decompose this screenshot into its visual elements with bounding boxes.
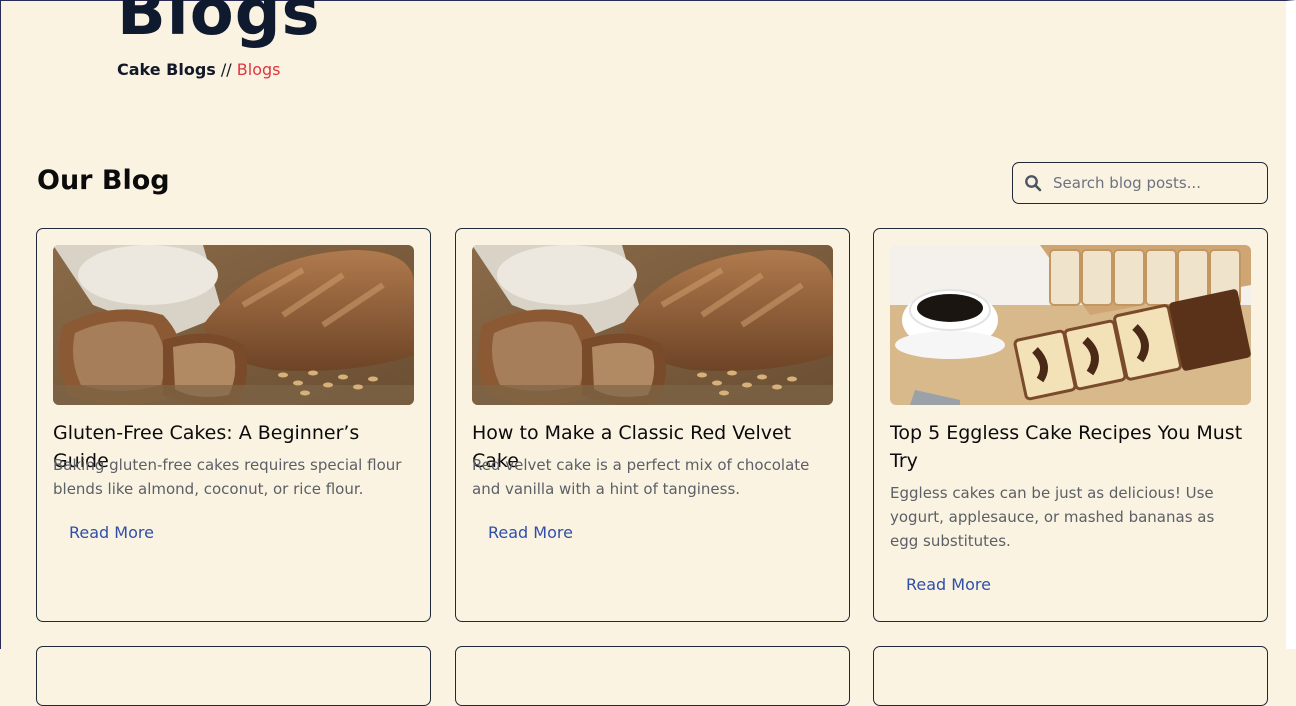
blog-card-title[interactable]: Top 5 Eggless Cake Recipes You Must Try	[890, 419, 1255, 475]
blog-card-description: Eggless cakes can be just as delicious! …	[890, 484, 1215, 550]
bread-loaves-photo	[472, 245, 833, 405]
blog-card-image[interactable]	[472, 245, 833, 405]
read-more-link[interactable]: Read More	[69, 523, 154, 542]
blog-card-image[interactable]	[53, 245, 414, 405]
blog-card: Top 5 Eggless Cake Recipes You Must Try …	[873, 228, 1268, 622]
bread-loaves-photo	[53, 245, 414, 405]
blog-card	[455, 646, 850, 706]
blog-card: How to Make a Classic Red Velvet Cake Re…	[455, 228, 850, 622]
blog-card	[873, 646, 1268, 706]
page: Blogs Cake Blogs // Blogs Our Blog Searc…	[0, 0, 1296, 706]
read-more-link[interactable]: Read More	[906, 575, 991, 594]
search-icon	[1013, 163, 1053, 203]
search-input[interactable]	[1053, 174, 1253, 192]
breadcrumb-separator: //	[215, 60, 237, 79]
blog-card-description: Baking gluten-free cakes requires specia…	[53, 456, 402, 498]
blog-card-image[interactable]	[890, 245, 1251, 405]
breadcrumb-home-link[interactable]: Cake Blogs	[117, 60, 216, 79]
marble-cake-coffee-photo	[890, 245, 1251, 405]
section-title: Our Blog	[37, 165, 170, 196]
search-box	[1012, 162, 1268, 204]
breadcrumb: Cake Blogs // Blogs	[117, 60, 280, 80]
blog-card	[36, 646, 431, 706]
blog-card: Gluten-Free Cakes: A Beginner’s Guide Ba…	[36, 228, 431, 622]
read-more-link[interactable]: Read More	[488, 523, 573, 542]
breadcrumb-current: Blogs	[236, 60, 281, 79]
blog-card-description: Red velvet cake is a perfect mix of choc…	[472, 456, 810, 498]
page-title: Blogs	[117, 0, 321, 50]
